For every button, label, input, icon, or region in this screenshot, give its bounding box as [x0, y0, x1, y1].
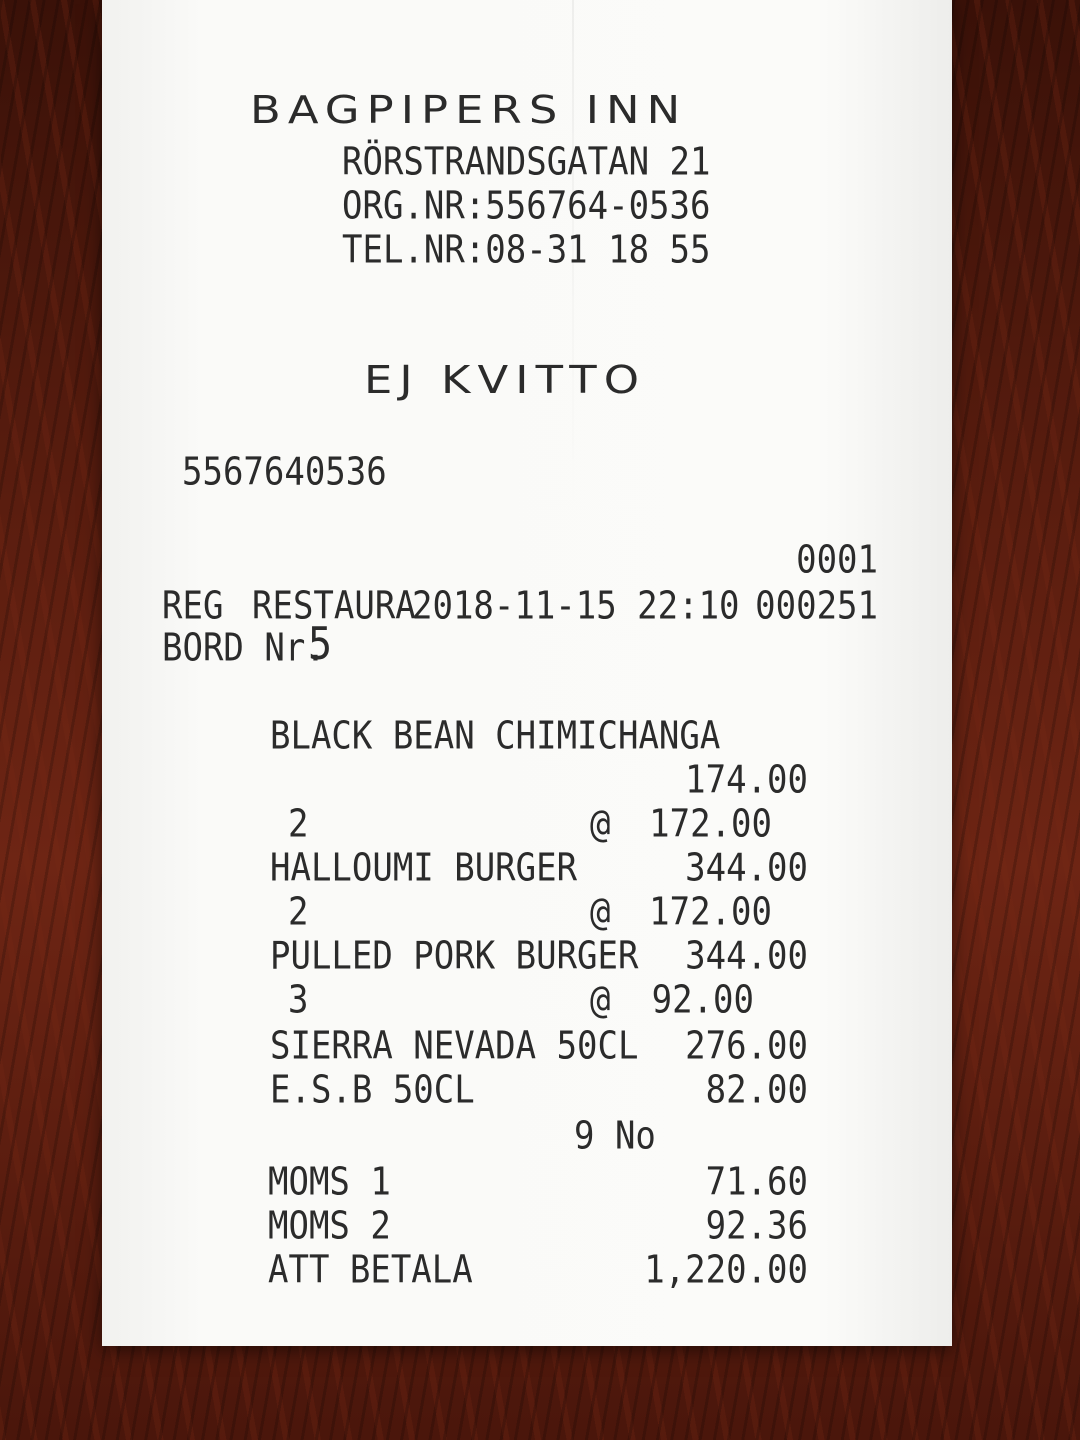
total-label: ATT BETALA [268, 1248, 473, 1293]
vat1-label: MOMS 1 [268, 1160, 391, 1205]
line-item-name: E.S.B 50CL [270, 1068, 475, 1113]
org-number: 5567640536 [182, 450, 387, 495]
line-qty: 2 [288, 890, 309, 935]
receipt-number: 000251 [755, 584, 878, 629]
line-item-amount: 344.00 [685, 846, 808, 891]
vat2-value: 92.36 [705, 1204, 808, 1249]
vat1-value: 71.60 [705, 1160, 808, 1205]
line-item-amount: 174.00 [685, 758, 808, 803]
receipt-paper: BAGPIPERS INN RÖRSTRANDSGATAN 21 ORG.NR:… [102, 0, 952, 1346]
reg-label: REG [162, 584, 224, 629]
line-item-name: PULLED PORK BURGER [270, 934, 639, 979]
line-item-amount: 276.00 [685, 1024, 808, 1069]
table-label: BORD Nr. [162, 626, 326, 671]
org-nr-line: ORG.NR:556764-0536 [342, 184, 711, 229]
line-item-name: HALLOUMI BURGER [270, 846, 578, 891]
document-type-title: EJ KVITTO [364, 358, 647, 402]
tel-nr-line: TEL.NR:08-31 18 55 [342, 228, 711, 273]
line-unit-price: 172.00 [649, 802, 772, 847]
total-value: 1,220.00 [644, 1248, 808, 1293]
line-qty: 2 [288, 802, 309, 847]
store-name: BAGPIPERS INN [250, 88, 688, 132]
line-item-name: SIERRA NEVADA 50CL [270, 1024, 639, 1069]
line-item-name: BLACK BEAN CHIMICHANGA [270, 714, 721, 759]
register-name: RESTAURA [252, 584, 416, 629]
line-item-amount: 82.00 [705, 1068, 808, 1113]
line-unit-price: 92.00 [651, 978, 754, 1023]
item-count: 9 No [574, 1114, 656, 1159]
line-qty: 3 [288, 978, 309, 1023]
receipt-datetime: 2018-11-15 22:10 [412, 584, 740, 629]
table-number: 5 [308, 618, 333, 671]
register-number: 0001 [796, 538, 878, 583]
line-item-amount: 344.00 [685, 934, 808, 979]
line-unit-price: 172.00 [649, 890, 772, 935]
store-address: RÖRSTRANDSGATAN 21 [342, 140, 711, 185]
vat2-label: MOMS 2 [268, 1204, 391, 1249]
